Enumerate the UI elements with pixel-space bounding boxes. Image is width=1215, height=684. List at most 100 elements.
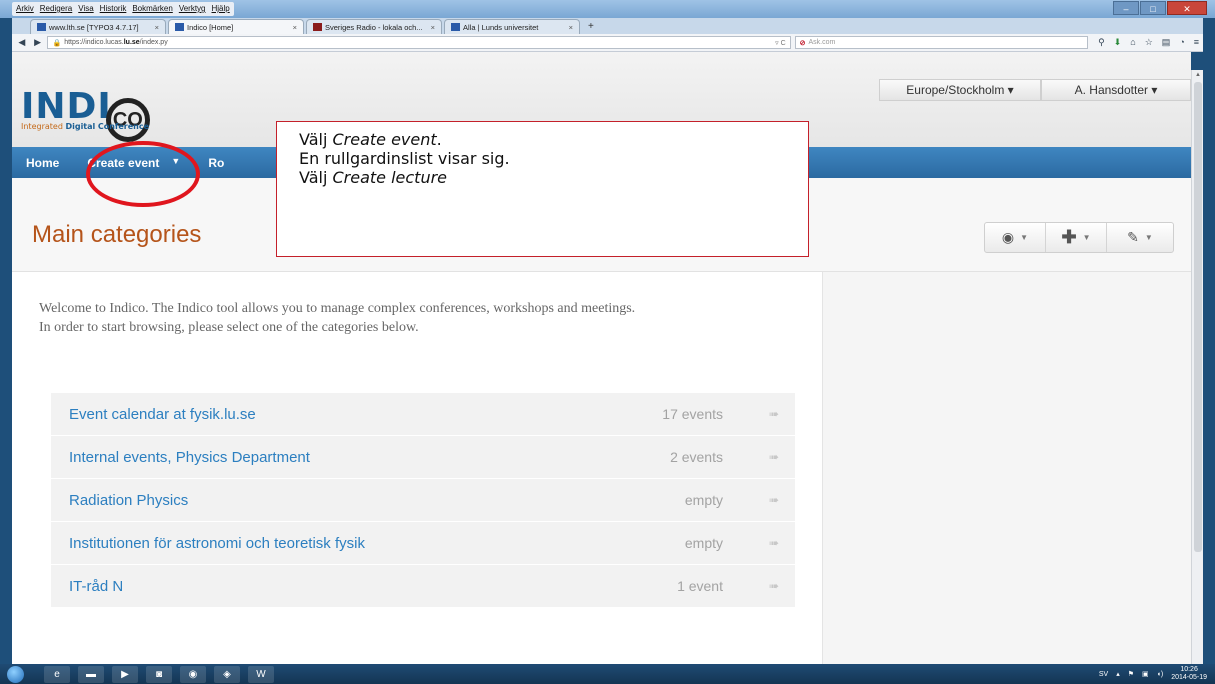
tab-label: Sveriges Radio - lokala och...	[325, 22, 423, 32]
indico-logo[interactable]: INDICO Integrated Digital Conference	[21, 86, 150, 142]
clock[interactable]: 10:26 2014-05-19	[1171, 666, 1207, 682]
tab-close-icon[interactable]: ×	[431, 23, 435, 32]
list-item[interactable]: Internal events, Physics Department 2 ev…	[51, 436, 795, 479]
url-text: https://indico.lucas.lu.se/index.py	[64, 39, 168, 46]
timezone-selector[interactable]: Europe/Stockholm ▾	[879, 79, 1041, 101]
tab-lth[interactable]: www.lth.se [TYPO3 4.7.17] ×	[30, 19, 166, 34]
toolbar-icons: ⚲ ⬇ ⌂ ☆ ▤ ◔ ≡	[1098, 37, 1199, 48]
category-link[interactable]: Institutionen för astronomi och teoretis…	[69, 535, 563, 552]
highlight-circle	[86, 141, 200, 207]
plus-icon: ✚	[1061, 227, 1077, 247]
new-tab-icon[interactable]: +	[588, 21, 594, 32]
list-item[interactable]: Event calendar at fysik.lu.se 17 events …	[51, 393, 795, 436]
search-input[interactable]: ⊘ Ask.com	[794, 36, 1089, 49]
tab-close-icon[interactable]: ×	[569, 23, 573, 32]
tab-strip: www.lth.se [TYPO3 4.7.17] × Indico [Home…	[12, 18, 1203, 34]
menu-item-historik[interactable]: Historik	[100, 4, 127, 14]
menu-item-visa[interactable]: Visa	[78, 4, 93, 14]
menu-icon[interactable]: ≡	[1194, 37, 1199, 48]
category-link[interactable]: Radiation Physics	[69, 492, 563, 509]
list-item[interactable]: IT-råd N 1 event ➠	[51, 565, 795, 608]
language-indicator[interactable]: SV	[1099, 671, 1108, 678]
network-tray-icon[interactable]: ▣	[1142, 670, 1149, 678]
menu-item-hjalp[interactable]: Hjälp	[212, 4, 230, 14]
maximize-icon[interactable]: □	[1140, 1, 1166, 15]
flag-icon[interactable]: ⚑	[1128, 670, 1134, 678]
tab-close-icon[interactable]: ×	[155, 23, 159, 32]
folder-icon[interactable]: ▬	[78, 665, 104, 683]
app-icon[interactable]: ◙	[146, 665, 172, 683]
bookmark-star-icon[interactable]: ☆	[1145, 37, 1153, 48]
menu-item-redigera[interactable]: Redigera	[40, 4, 72, 14]
tab-sveriges-radio[interactable]: Sveriges Radio - lokala och... ×	[306, 19, 442, 34]
welcome-text: Welcome to Indico. The Indico tool allow…	[39, 299, 779, 337]
chevron-down-icon: ▼	[1144, 233, 1153, 242]
scroll-up-icon[interactable]: ▲	[1195, 72, 1201, 78]
arrow-right-icon: ➠	[768, 579, 779, 593]
word-icon[interactable]: W	[248, 665, 274, 683]
page-scrollbar[interactable]: ▲	[1191, 70, 1203, 664]
tray-chevron-icon[interactable]: ▴	[1116, 670, 1120, 678]
tab-indico[interactable]: Indico [Home] ×	[168, 19, 304, 34]
lock-icon: 🔒	[52, 39, 62, 47]
back-icon[interactable]: ◀	[16, 37, 28, 48]
network-icon[interactable]: ◈	[214, 665, 240, 683]
nav-room-booking[interactable]: Ro	[194, 156, 238, 170]
firefox-icon[interactable]: ◉	[180, 665, 206, 683]
category-link[interactable]: Event calendar at fysik.lu.se	[69, 406, 563, 423]
window-controls: – □ ✕	[1113, 1, 1207, 15]
instruction-callout: Välj Create event. En rullgardinslist vi…	[276, 121, 809, 257]
system-tray: SV ▴ ⚑ ▣ ◖) 10:26 2014-05-19	[1099, 666, 1215, 682]
windows-taskbar: e ▬ ▶ ◙ ◉ ◈ W SV ▴ ⚑ ▣ ◖) 10:26 2014-05-…	[0, 664, 1215, 684]
session-bar: Europe/Stockholm ▾ A. Hansdotter ▾	[879, 79, 1191, 101]
category-link[interactable]: Internal events, Physics Department	[69, 449, 563, 466]
welcome-line: Welcome to Indico. The Indico tool allow…	[39, 301, 636, 316]
reload-icon[interactable]: ▿ C	[775, 39, 786, 47]
category-link[interactable]: IT-råd N	[69, 578, 563, 595]
menu-item-arkiv[interactable]: Arkiv	[16, 4, 34, 14]
eye-icon: ◉	[1001, 229, 1015, 245]
callout-line: Välj Create lecture	[299, 168, 448, 187]
home-icon[interactable]: ⌂	[1130, 37, 1135, 48]
user-menu[interactable]: A. Hansdotter ▾	[1041, 79, 1191, 101]
logo-tagline: Integrated Digital Conference	[21, 122, 150, 131]
page-title: Main categories	[32, 221, 202, 248]
event-count: empty	[684, 492, 723, 508]
event-count: 2 events	[670, 449, 723, 465]
bookmarks-list-icon[interactable]: ▤	[1162, 37, 1171, 48]
volume-icon[interactable]: ◖)	[1157, 671, 1164, 678]
windows-orb-icon	[6, 665, 24, 683]
add-button[interactable]: ✚ ▼	[1046, 223, 1107, 252]
search-icon[interactable]: ⚲	[1098, 37, 1105, 48]
logo-word: INDI	[21, 86, 112, 127]
addon-icon[interactable]: ◔	[1179, 37, 1184, 48]
tab-close-icon[interactable]: ×	[293, 23, 297, 32]
callout-line: Välj Create event.	[299, 130, 442, 149]
list-item[interactable]: Institutionen för astronomi och teoretis…	[51, 522, 795, 565]
menu-item-verktyg[interactable]: Verktyg	[179, 4, 206, 14]
tab-label: www.lth.se [TYPO3 4.7.17]	[49, 22, 139, 32]
forward-icon[interactable]: ▶	[32, 37, 44, 48]
download-icon[interactable]: ⬇	[1114, 37, 1122, 48]
close-icon[interactable]: ✕	[1167, 1, 1207, 15]
window-titlebar: Arkiv Redigera Visa Historik Bokmärken V…	[0, 0, 1215, 18]
arrow-right-icon: ➠	[768, 536, 779, 550]
menu-item-bokmarken[interactable]: Bokmärken	[132, 4, 172, 14]
logo-co-icon: CO	[105, 98, 150, 142]
category-list: Event calendar at fysik.lu.se 17 events …	[51, 393, 795, 608]
nav-home[interactable]: Home	[12, 156, 73, 170]
ie-icon[interactable]: e	[44, 665, 70, 683]
media-icon[interactable]: ▶	[112, 665, 138, 683]
list-item[interactable]: Radiation Physics empty ➠	[51, 479, 795, 522]
edit-button[interactable]: ✎ ▼	[1107, 223, 1173, 252]
clock-time: 10:26	[1180, 666, 1198, 673]
minimize-icon[interactable]: –	[1113, 1, 1139, 15]
scrollbar-thumb[interactable]	[1194, 82, 1202, 552]
view-button[interactable]: ◉ ▼	[985, 223, 1046, 252]
tab-lunds-universitet[interactable]: Alla | Lunds universitet ×	[444, 19, 580, 34]
sr-favicon-icon	[313, 23, 322, 31]
arrow-right-icon: ➠	[768, 450, 779, 464]
url-bar[interactable]: 🔒 https://indico.lucas.lu.se/index.py ▿ …	[47, 36, 791, 49]
welcome-line: In order to start browsing, please selec…	[39, 320, 419, 335]
start-button[interactable]	[0, 664, 30, 684]
